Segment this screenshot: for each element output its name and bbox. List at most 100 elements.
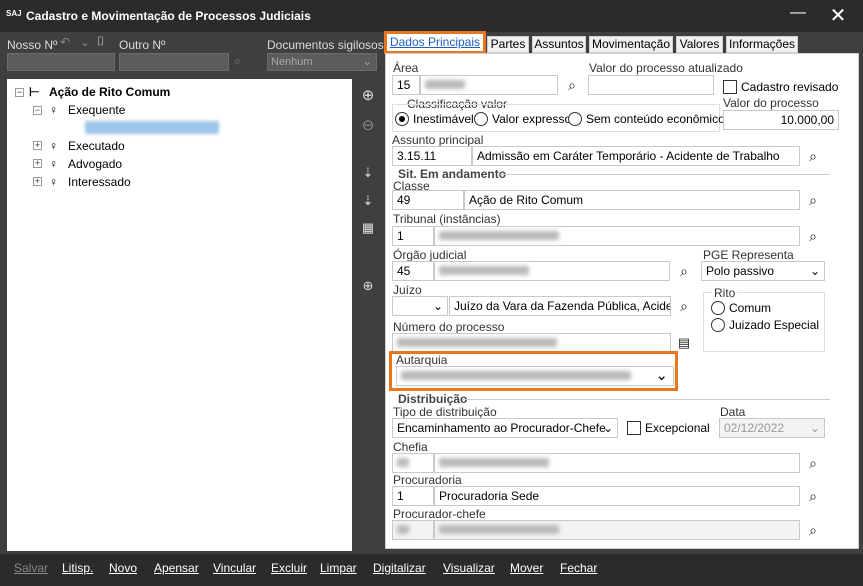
- close-button[interactable]: ✕: [828, 3, 848, 28]
- search-icon[interactable]: ⌕: [564, 77, 580, 94]
- rito-label: Rito: [712, 286, 738, 300]
- collapse-icon[interactable]: −: [33, 106, 42, 115]
- juizo-desc[interactable]: Juízo da Vara da Fazenda Pública, Aciden…: [449, 296, 671, 316]
- procuradoria-desc[interactable]: Procuradoria Sede: [434, 486, 800, 506]
- tab-valores[interactable]: Valores: [676, 36, 723, 53]
- radio-juizado-especial[interactable]: [711, 318, 725, 332]
- tab-informacoes[interactable]: Informações: [726, 36, 798, 53]
- classe-desc[interactable]: Ação de Rito Comum: [464, 190, 800, 210]
- area-label: Área: [393, 61, 419, 75]
- vincular-button[interactable]: Vincular: [213, 561, 256, 575]
- expand-icon[interactable]: +: [33, 177, 42, 186]
- expand-icon[interactable]: +: [33, 159, 42, 168]
- tree-item-exequente[interactable]: Exequente: [68, 103, 125, 117]
- tribunal-desc[interactable]: [434, 226, 800, 246]
- search-icon[interactable]: ⌕: [805, 148, 821, 165]
- sem-conteudo-label: Sem conteúdo econômico: [586, 112, 725, 126]
- radio-valor-expresso[interactable]: [474, 112, 488, 126]
- tree-selected-item[interactable]: [85, 121, 219, 134]
- tree-item-interessado[interactable]: Interessado: [68, 175, 131, 189]
- valor-processo-field[interactable]: 10.000,00: [723, 110, 839, 130]
- search-icon[interactable]: ⌕: [676, 298, 692, 315]
- litisp-button[interactable]: Litisp.: [62, 561, 93, 575]
- limpar-button[interactable]: Limpar: [320, 561, 357, 575]
- numero-field[interactable]: [392, 333, 671, 353]
- minimize-button[interactable]: —: [790, 4, 806, 22]
- radio-rito-comum[interactable]: [711, 301, 725, 315]
- juizo-label: Juízo: [393, 283, 422, 297]
- excluir-button[interactable]: Excluir: [271, 561, 307, 575]
- title-bar: SAJ Cadastro e Movimentação de Processos…: [0, 0, 863, 32]
- chefia-desc[interactable]: [434, 453, 800, 473]
- valor-expresso-label: Valor expresso: [492, 112, 572, 126]
- classe-code[interactable]: 49: [392, 190, 464, 210]
- area-code[interactable]: 15: [392, 75, 420, 95]
- sort-asc-icon[interactable]: ⇣: [359, 165, 377, 181]
- tree-root[interactable]: Ação de Rito Comum: [49, 85, 170, 99]
- visualizar-button[interactable]: Visualizar: [443, 561, 495, 575]
- tipo-dist-select[interactable]: Encaminhamento ao Procurador-Chefe ⌄: [392, 418, 618, 438]
- expand-icon[interactable]: +: [33, 141, 42, 150]
- tree-item-executado[interactable]: Executado: [68, 139, 125, 153]
- excepcional-label: Excepcional: [645, 421, 710, 435]
- digitalizar-button[interactable]: Digitalizar: [373, 561, 426, 575]
- valor-atualizado-field[interactable]: [588, 75, 714, 95]
- area-desc[interactable]: [420, 75, 558, 95]
- process-tree[interactable]: − ⊢ Ação de Rito Comum − ♀ Exequente + ♀…: [7, 79, 352, 551]
- remove-icon[interactable]: ⊖: [359, 116, 377, 134]
- chefia-code[interactable]: [392, 453, 434, 473]
- tab-assuntos[interactable]: Assuntos: [532, 36, 586, 53]
- search-icon[interactable]: ⌕: [805, 192, 821, 209]
- nosso-label: Nosso Nº: [7, 38, 58, 52]
- bookmark-icon[interactable]: ⌷: [97, 34, 104, 49]
- calendar-sort-icon[interactable]: ▦: [359, 220, 377, 236]
- juizo-select[interactable]: ⌄: [392, 296, 448, 316]
- link-add-icon[interactable]: ⊕: [359, 278, 377, 294]
- apensar-button[interactable]: Apensar: [154, 561, 199, 575]
- tab-movimentacao[interactable]: Movimentação: [589, 36, 673, 53]
- mover-button[interactable]: Mover: [510, 561, 543, 575]
- assunto-code[interactable]: 3.15.11: [392, 146, 472, 166]
- search-icon[interactable]: ⌕: [805, 522, 821, 539]
- radio-sem-conteudo[interactable]: [568, 112, 582, 126]
- fechar-button[interactable]: Fechar: [560, 561, 597, 575]
- tribunal-label: Tribunal (instâncias): [393, 212, 501, 226]
- pge-label: PGE Representa: [703, 248, 794, 262]
- search-icon[interactable]: ⌕: [676, 263, 692, 280]
- excepcional-checkbox[interactable]: [627, 421, 641, 435]
- tab-partes[interactable]: Partes: [487, 36, 529, 53]
- cadastro-revisado-label: Cadastro revisado: [741, 80, 839, 94]
- docs-select[interactable]: Nenhum ⌄: [267, 53, 377, 71]
- procuradoria-code[interactable]: 1: [392, 486, 434, 506]
- radio-inestimavel[interactable]: [395, 112, 409, 126]
- pge-select[interactable]: Polo passivo ⌄: [701, 261, 825, 281]
- search-icon[interactable]: ⌕: [234, 54, 241, 69]
- procurador-chefe-desc[interactable]: [434, 520, 800, 540]
- collapse-icon[interactable]: −: [15, 88, 24, 97]
- data-label: Data: [720, 405, 746, 419]
- barcode-icon[interactable]: ▤: [676, 335, 692, 351]
- search-icon[interactable]: ⌕: [805, 228, 821, 245]
- data-field[interactable]: 02/12/2022 ⌄: [719, 418, 825, 438]
- orgao-label: Órgão judicial: [393, 248, 467, 262]
- undo-icon[interactable]: ↶: [60, 35, 70, 49]
- divider: [462, 399, 830, 400]
- novo-button[interactable]: Novo: [109, 561, 137, 575]
- add-icon[interactable]: ⊕: [359, 86, 377, 104]
- orgao-desc[interactable]: [434, 261, 670, 281]
- sort-desc-icon[interactable]: ⇣: [359, 193, 377, 209]
- outro-input[interactable]: [119, 53, 229, 71]
- assunto-desc[interactable]: Admissão em Caráter Temporário - Acident…: [472, 146, 800, 166]
- orgao-code[interactable]: 45: [392, 261, 434, 281]
- procurador-chefe-code[interactable]: [392, 520, 434, 540]
- tribunal-code[interactable]: 1: [392, 226, 434, 246]
- pge-value: Polo passivo: [706, 264, 775, 278]
- nosso-input[interactable]: [7, 53, 115, 71]
- tab-dados-principais[interactable]: Dados Principais: [384, 31, 486, 54]
- cadastro-revisado-checkbox[interactable]: [723, 80, 737, 94]
- search-icon[interactable]: ⌕: [805, 455, 821, 472]
- chevron-down-icon[interactable]: ⌄: [80, 35, 90, 49]
- salvar-button[interactable]: Salvar: [14, 561, 48, 575]
- tree-item-advogado[interactable]: Advogado: [68, 157, 122, 171]
- search-icon[interactable]: ⌕: [805, 488, 821, 505]
